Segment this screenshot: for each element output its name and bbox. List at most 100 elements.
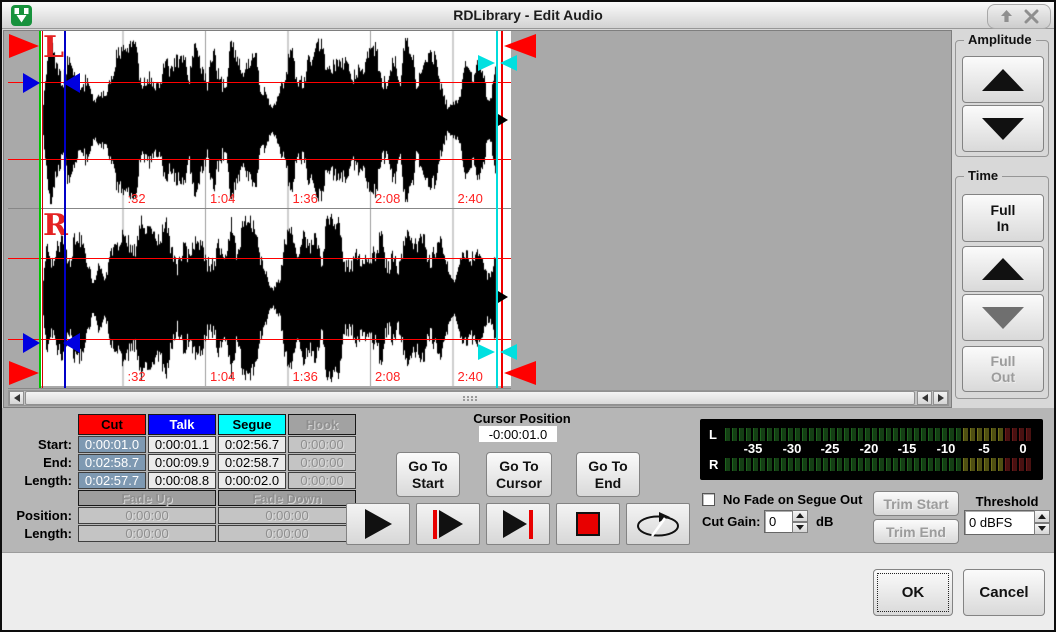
play-icon	[439, 510, 463, 538]
time-tick-label: 2:08	[375, 191, 400, 206]
fade-position-row-label: Position:	[6, 507, 76, 524]
meter-led	[746, 458, 751, 471]
meter-led	[1005, 428, 1010, 441]
meter-led	[935, 428, 940, 441]
hook-tab: Hook	[288, 414, 356, 435]
segue-tab[interactable]: Segue	[218, 414, 286, 435]
no-fade-checkbox[interactable]	[702, 493, 715, 506]
cut-end-value[interactable]: 0:02:58.7	[78, 454, 146, 471]
segue-start-value[interactable]: 0:02:56.7	[218, 436, 286, 453]
amplitude-up-button[interactable]	[962, 56, 1044, 103]
meter-led	[767, 458, 772, 471]
segue-end-value[interactable]: 0:02:58.7	[218, 454, 286, 471]
window-title: RDLibrary - Edit Audio	[2, 7, 1054, 23]
talk-end-value[interactable]: 0:00:09.9	[148, 454, 216, 471]
segue-end-handle[interactable]	[500, 344, 517, 360]
segue-length-value[interactable]: 0:00:02.0	[218, 472, 286, 489]
meter-led	[781, 428, 786, 441]
meter-led	[732, 458, 737, 471]
meter-led	[802, 458, 807, 471]
time-full-in-button[interactable]: Full In	[962, 194, 1044, 242]
fade-length-row-label: Length:	[6, 525, 76, 542]
spin-down-button[interactable]	[792, 522, 808, 534]
waveform-scrollbar[interactable]	[8, 390, 949, 406]
go-to-end-button[interactable]: Go To End	[576, 452, 640, 497]
meter-led	[977, 428, 982, 441]
meter-led	[949, 428, 954, 441]
meter-led	[746, 428, 751, 441]
play-to-button[interactable]	[486, 503, 550, 545]
meter-scale-label: -30	[776, 441, 808, 456]
gain-line-right-bottom	[8, 339, 511, 340]
spin-down-button[interactable]	[1034, 523, 1050, 536]
talk-end-handle[interactable]	[63, 333, 80, 353]
spin-up-button[interactable]	[792, 510, 808, 522]
cut-gain-input[interactable]: 0	[764, 510, 792, 533]
channel-separator	[8, 208, 511, 209]
go-to-cursor-button[interactable]: Go To Cursor	[486, 452, 552, 497]
play-from-button[interactable]	[416, 503, 480, 545]
ok-button[interactable]: OK	[873, 569, 953, 616]
meter-led	[977, 458, 982, 471]
waveform-canvas-right[interactable]	[39, 209, 511, 386]
threshold-input[interactable]: 0 dBFS	[964, 510, 1034, 535]
talk-end-handle[interactable]	[63, 73, 80, 93]
talk-start-handle[interactable]	[23, 333, 40, 353]
play-from-icon	[433, 510, 437, 539]
segue-end-handle[interactable]	[500, 55, 517, 71]
meter-led	[900, 428, 905, 441]
scrollbar-thumb[interactable]	[25, 391, 915, 405]
spin-up-button[interactable]	[1034, 510, 1050, 523]
segue-marker-line[interactable]	[496, 31, 498, 388]
end-marker-line[interactable]	[501, 31, 503, 388]
shade-window-icon[interactable]	[999, 9, 1014, 24]
talk-length-value[interactable]: 0:00:08.8	[148, 472, 216, 489]
stop-icon	[576, 512, 600, 536]
play-button[interactable]	[346, 503, 410, 545]
loop-button[interactable]	[626, 503, 690, 545]
talk-start-handle[interactable]	[23, 73, 40, 93]
segue-start-handle[interactable]	[478, 55, 495, 71]
start-marker-handle[interactable]	[9, 361, 39, 385]
scroll-left-button[interactable]	[9, 391, 24, 405]
meter-led	[949, 458, 954, 471]
end-marker-handle[interactable]	[504, 361, 536, 385]
start-marker-handle[interactable]	[9, 34, 39, 58]
scroll-left-button-2[interactable]	[917, 391, 932, 405]
trim-start-button: Trim Start	[873, 491, 959, 516]
talk-start-line[interactable]	[42, 31, 43, 388]
meter-led	[921, 428, 926, 441]
go-to-start-button[interactable]: Go To Start	[396, 452, 460, 497]
talk-tab[interactable]: Talk	[148, 414, 216, 435]
cancel-button[interactable]: Cancel	[963, 569, 1045, 616]
stop-button[interactable]	[556, 503, 620, 545]
cut-length-value[interactable]: 0:02:57.7	[78, 472, 146, 489]
scroll-right-button[interactable]	[933, 391, 948, 405]
time-tick-label: 1:04	[210, 369, 235, 384]
talk-start-value[interactable]: 0:00:01.1	[148, 436, 216, 453]
time-zoom-in-button[interactable]	[962, 246, 1044, 292]
meter-led	[914, 458, 919, 471]
gain-line-left-top	[8, 82, 511, 83]
hook-length-value: 0:00:00	[288, 472, 356, 489]
title-bar[interactable]: RDLibrary - Edit Audio	[2, 2, 1054, 29]
down-arrow-icon	[1038, 526, 1046, 531]
channel-separator	[8, 388, 511, 389]
amplitude-down-button[interactable]	[962, 105, 1044, 152]
close-window-icon[interactable]	[1024, 9, 1039, 24]
arrow-right-icon	[938, 394, 944, 402]
length-row-label: Length:	[6, 472, 76, 489]
waveform-channel-right[interactable]: R :321:041:362:082:40	[39, 209, 511, 386]
play-cursor-right	[498, 291, 508, 303]
cut-tab[interactable]: Cut	[78, 414, 146, 435]
waveform-canvas-left[interactable]	[39, 31, 511, 208]
segue-start-handle[interactable]	[478, 344, 495, 360]
no-fade-label: No Fade on Segue Out	[723, 492, 862, 507]
cut-start-value[interactable]: 0:00:01.0	[78, 436, 146, 453]
gain-line-left-bottom	[8, 159, 511, 160]
time-zoom-out-button[interactable]	[962, 294, 1044, 341]
waveform-channel-left[interactable]: L :321:041:362:082:40	[39, 31, 511, 208]
amplitude-group-title: Amplitude	[964, 32, 1036, 47]
meter-led	[725, 428, 730, 441]
meter-led	[872, 458, 877, 471]
